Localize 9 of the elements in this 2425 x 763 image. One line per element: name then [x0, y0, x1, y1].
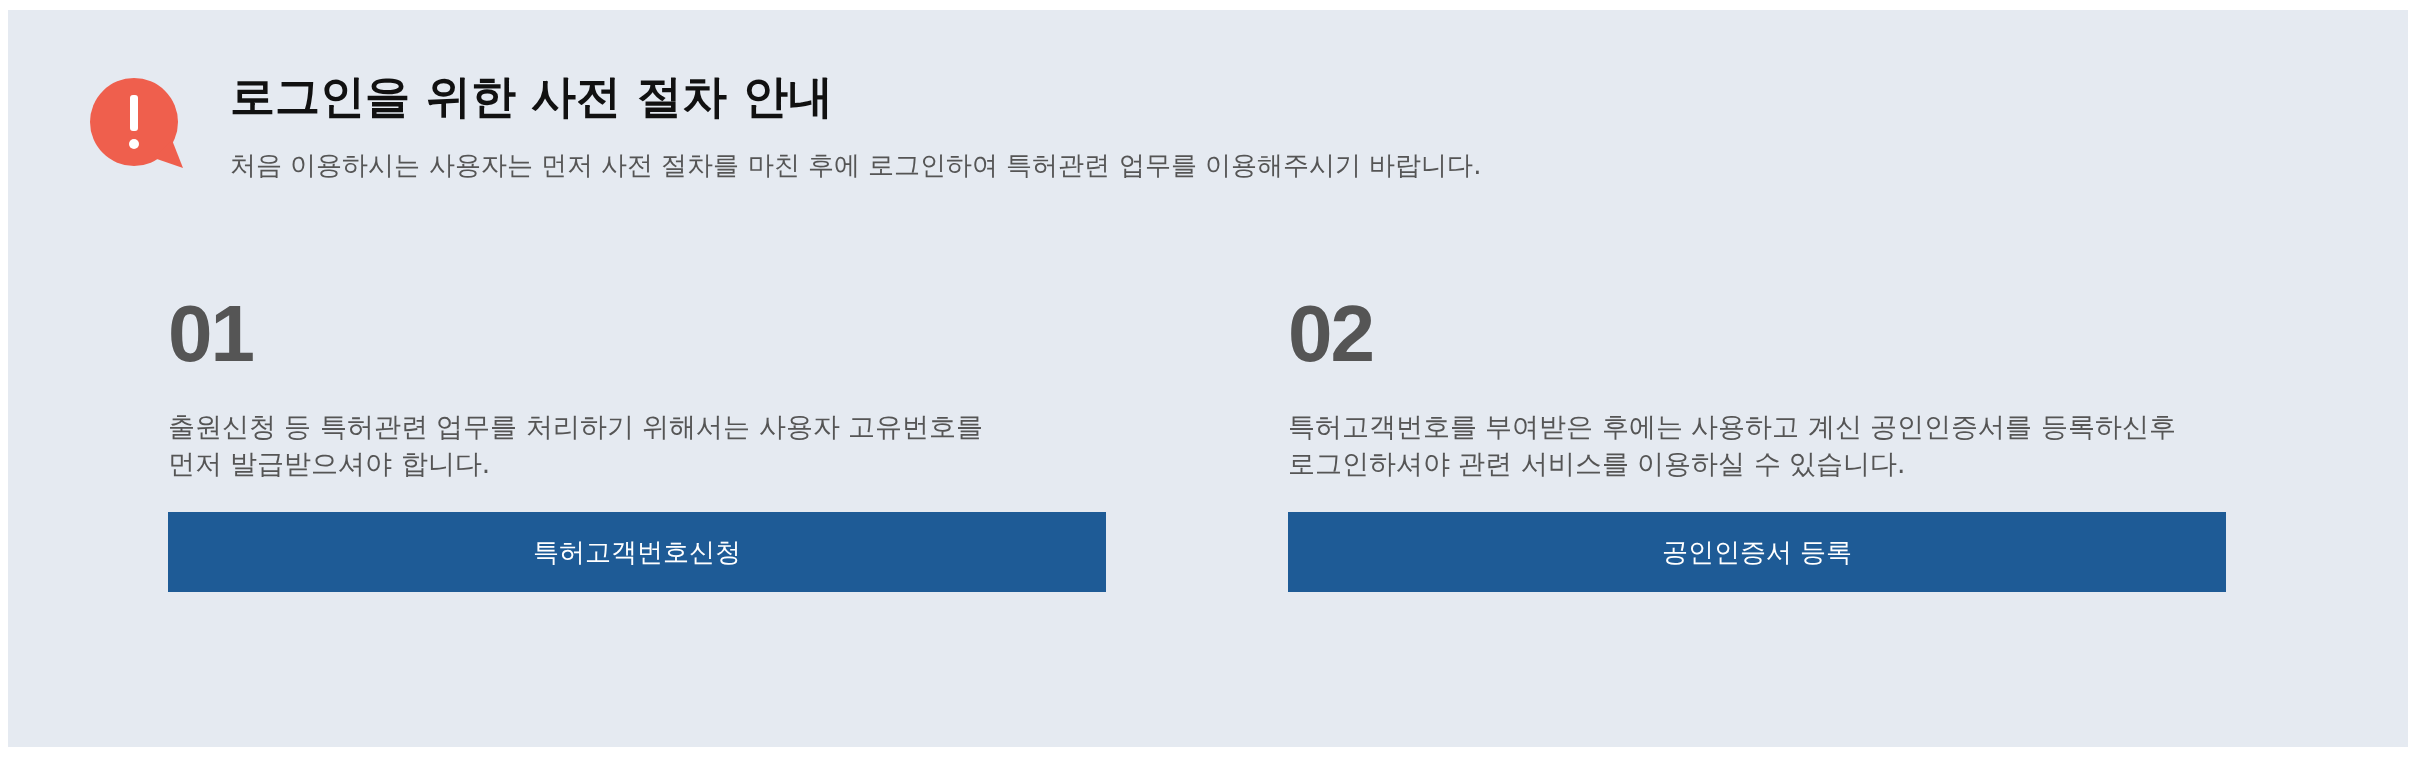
step-button[interactable]: 공인인증서 등록 — [1288, 512, 2226, 592]
exclamation-bubble-icon — [88, 78, 184, 170]
step-number: 01 — [168, 294, 253, 374]
step-button[interactable]: 특허고객번호신청 — [168, 512, 1106, 592]
step-description: 출원신청 등 특허관련 업무를 처리하기 위해서는 사용자 고유번호를 먼저 발급받으셔야 합니다. — [168, 410, 983, 481]
notice-title: 로그인을 위한 사전 절차 안내 — [230, 69, 834, 125]
step-number: 02 — [1288, 294, 1373, 374]
step-description: 특허고객번호를 부여받은 후에는 사용하고 계신 공인인증서를 등록하신후 로그인하셔야 관련 서비스를 이용하실 수 있습니다. — [1288, 410, 2176, 481]
notice-subtitle: 처음 이용하시는 사용자는 먼저 사전 절차를 마친 후에 로그인하여 특허관련 업무를 이용해주시기 바랍니다. — [230, 149, 1482, 182]
